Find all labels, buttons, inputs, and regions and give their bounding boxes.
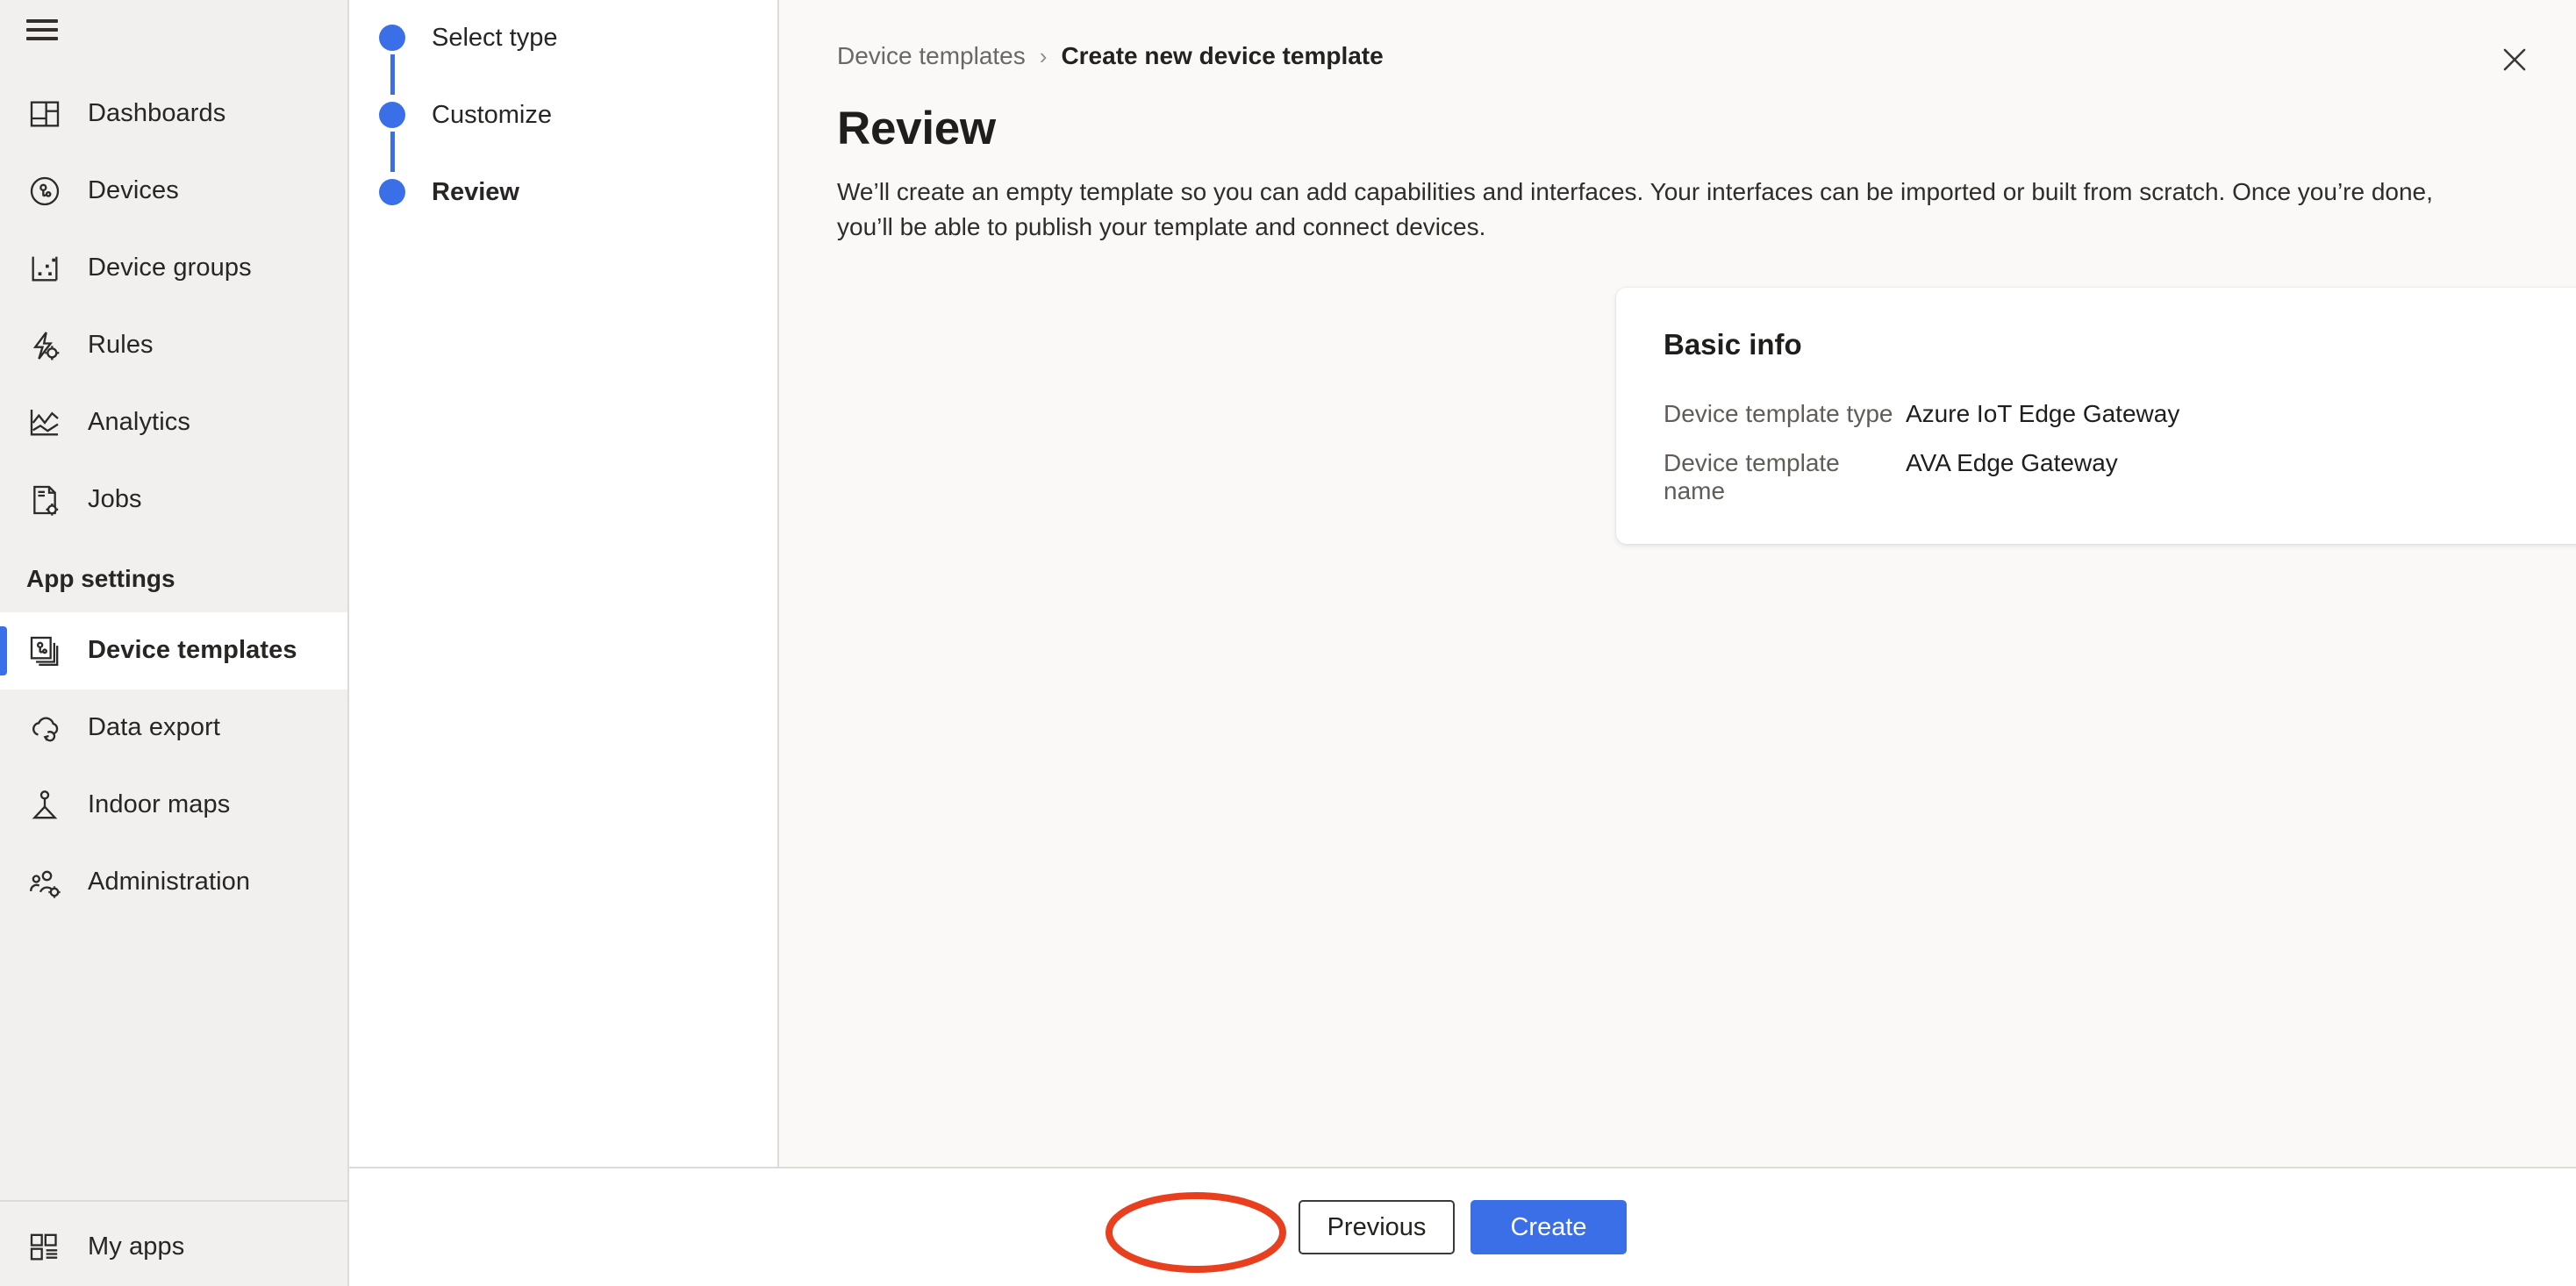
sidebar-section-title: App settings: [0, 539, 347, 612]
sidebar-item-label: Devices: [88, 177, 179, 205]
wizard-step-select-type[interactable]: Select type: [379, 19, 777, 96]
breadcrumb-link-device-templates[interactable]: Device templates: [837, 42, 1026, 70]
sidebar-item-dashboards[interactable]: Dashboards: [0, 75, 347, 153]
step-dot-icon: [379, 25, 405, 51]
primary-nav-list: Dashboards Devices: [0, 60, 347, 921]
create-button[interactable]: Create: [1470, 1200, 1627, 1254]
sidebar-item-label: Indoor maps: [88, 791, 230, 819]
sidebar-item-device-groups[interactable]: Device groups: [0, 230, 347, 307]
analytics-icon: [26, 404, 63, 441]
app-root: Dashboards Devices: [0, 0, 2576, 1286]
my-apps-icon: [26, 1229, 63, 1266]
step-dot-icon: [379, 179, 405, 205]
close-button[interactable]: [2492, 37, 2537, 82]
sidebar-spacer: [0, 921, 347, 1200]
info-row-key: Device template name: [1664, 449, 1906, 505]
sidebar-item-label: Rules: [88, 332, 154, 360]
sidebar-item-jobs[interactable]: Jobs: [0, 461, 347, 539]
page-title: Review: [779, 70, 2576, 155]
wizard-step-label: Select type: [432, 19, 557, 56]
rules-icon: [26, 327, 63, 364]
sidebar-item-administration[interactable]: Administration: [0, 844, 347, 921]
basic-info-card: Basic info Device template type Azure Io…: [1616, 288, 2576, 544]
wizard-steps-list: Select type Customize Review: [349, 0, 777, 251]
breadcrumb: Device templates › Create new device tem…: [779, 0, 2576, 70]
sidebar-item-label: Device groups: [88, 254, 252, 282]
sidebar-item-label: Analytics: [88, 409, 190, 437]
sidebar-item-indoor-maps[interactable]: Indoor maps: [0, 767, 347, 844]
sidebar-item-device-templates[interactable]: Device templates: [0, 612, 347, 689]
indoor-maps-icon: [26, 787, 63, 824]
sidebar-item-label: My apps: [88, 1233, 184, 1261]
dashboards-icon: [26, 96, 63, 132]
sidebar-item-devices[interactable]: Devices: [0, 153, 347, 230]
step-dot-icon: [379, 102, 405, 128]
sidebar-item-label: Jobs: [88, 486, 142, 514]
sidebar-item-label: Administration: [88, 868, 250, 897]
left-sidebar: Dashboards Devices: [0, 0, 349, 1286]
page-description: We’ll create an empty template so you ca…: [779, 155, 2525, 245]
devices-icon: [26, 173, 63, 210]
sidebar-item-analytics[interactable]: Analytics: [0, 384, 347, 461]
step-connector: [390, 54, 395, 95]
wizard-step-review[interactable]: Review: [379, 174, 777, 251]
sidebar-item-label: Device templates: [88, 637, 297, 665]
previous-button[interactable]: Previous: [1299, 1200, 1455, 1254]
device-groups-icon: [26, 250, 63, 287]
wizard-step-customize[interactable]: Customize: [379, 96, 777, 174]
wizard-footer: Previous Create: [349, 1167, 2576, 1286]
sidebar-item-rules[interactable]: Rules: [0, 307, 347, 384]
wizard-step-label: Customize: [432, 96, 552, 133]
info-row-value: Azure IoT Edge Gateway: [1906, 400, 2179, 428]
info-row-device-template-name: Device template name AVA Edge Gateway: [1664, 449, 2576, 498]
breadcrumb-separator-icon: ›: [1040, 43, 1048, 70]
hamburger-menu-button[interactable]: [0, 0, 347, 60]
main-content-panel: Device templates › Create new device tem…: [779, 0, 2576, 1167]
data-export-icon: [26, 710, 63, 747]
close-icon: [2498, 43, 2531, 76]
footer-button-group: Previous Create: [349, 1168, 2576, 1286]
breadcrumb-current: Create new device template: [1061, 42, 1383, 70]
basic-info-card-title: Basic info: [1664, 328, 2576, 361]
device-templates-icon: [26, 632, 63, 669]
sidebar-bottom-section: My apps: [0, 1200, 347, 1286]
info-row-key: Device template type: [1664, 400, 1906, 428]
sidebar-item-label: Dashboards: [88, 100, 225, 128]
sidebar-item-data-export[interactable]: Data export: [0, 689, 347, 767]
info-row-value: AVA Edge Gateway: [1906, 449, 2118, 477]
administration-icon: [26, 864, 63, 901]
step-connector: [390, 132, 395, 172]
jobs-icon: [26, 482, 63, 518]
wizard-step-label: Review: [432, 174, 519, 211]
sidebar-item-my-apps[interactable]: My apps: [0, 1209, 347, 1286]
hamburger-menu-icon: [26, 19, 58, 40]
wizard-steps-column: Select type Customize Review: [349, 0, 779, 1167]
sidebar-item-label: Data export: [88, 714, 220, 742]
info-row-device-template-type: Device template type Azure IoT Edge Gate…: [1664, 400, 2576, 449]
